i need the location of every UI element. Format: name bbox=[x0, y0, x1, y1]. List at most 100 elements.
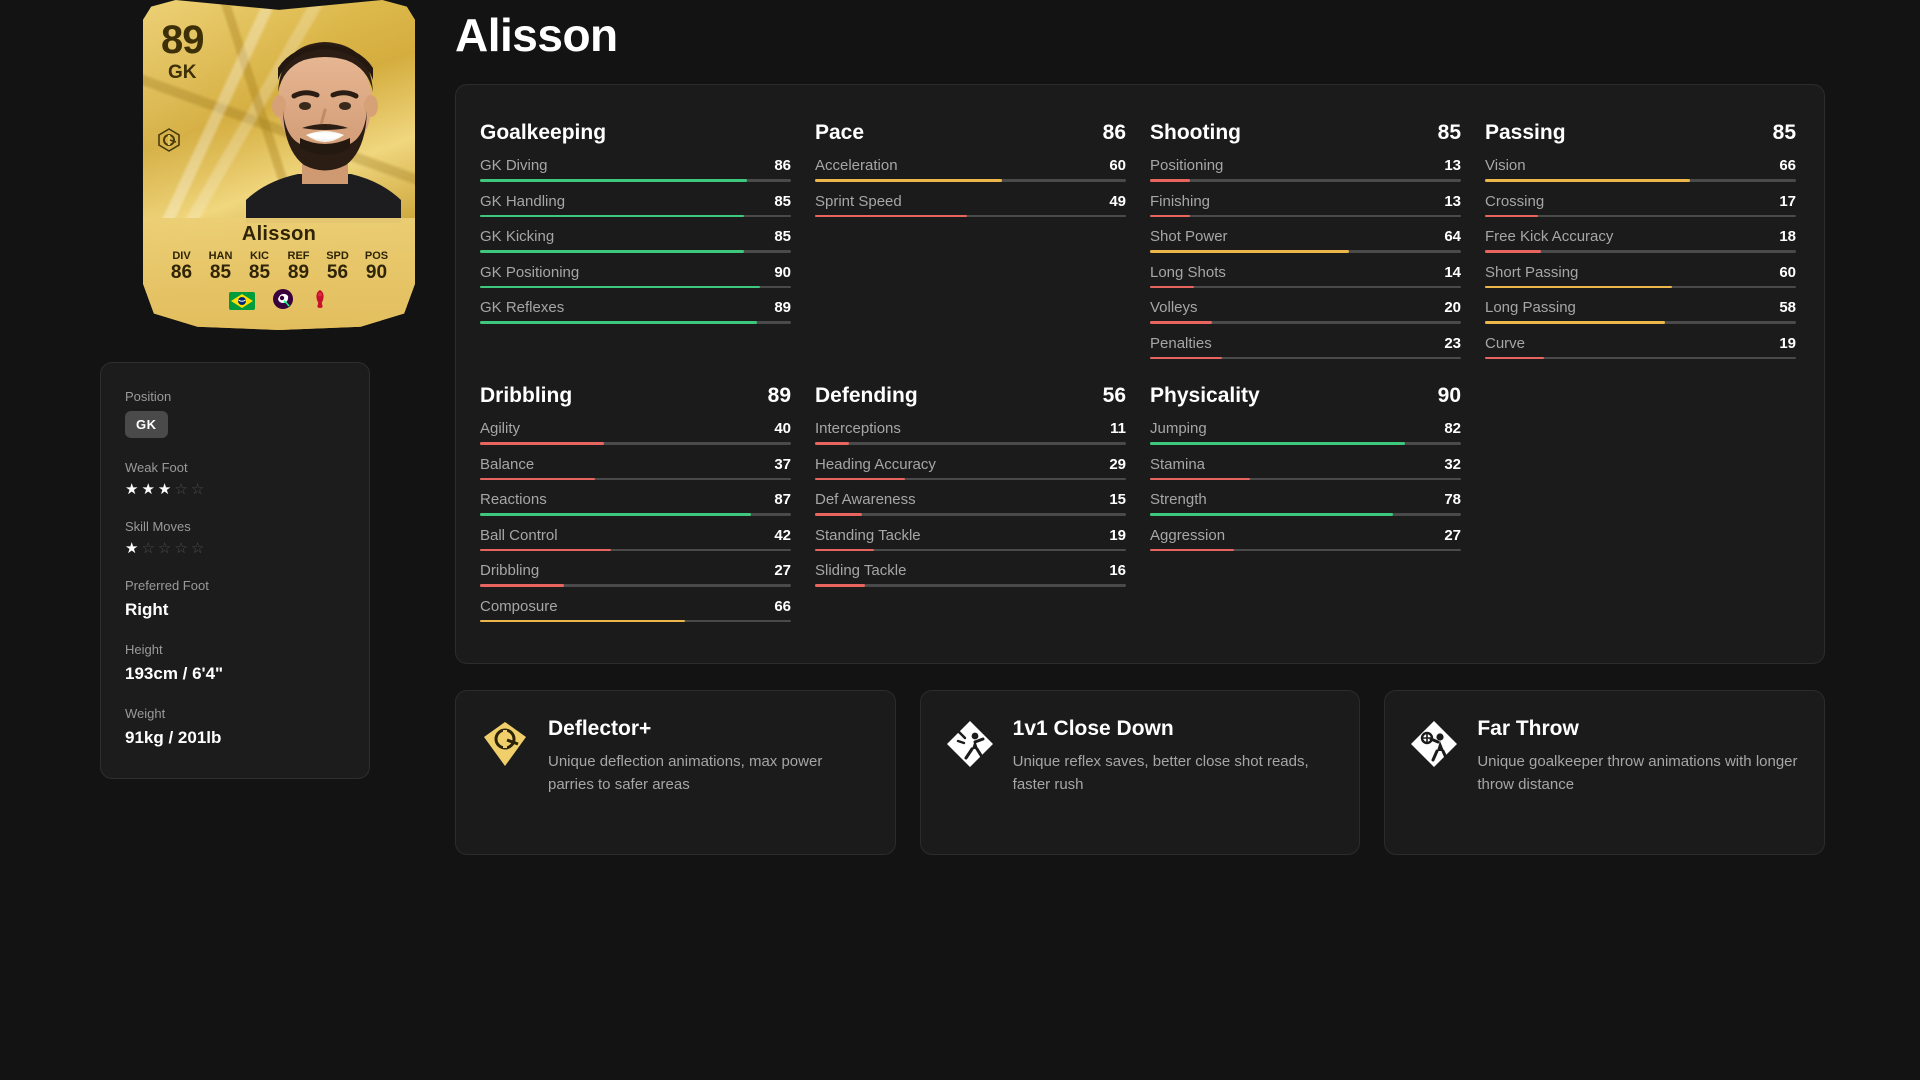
player-photo bbox=[246, 42, 401, 223]
stat-bar-track bbox=[1150, 548, 1461, 551]
stat-value: 16 bbox=[1109, 562, 1126, 579]
stat-line: Free Kick Accuracy 18 bbox=[1485, 228, 1796, 245]
player-info-panel: Position GK Weak Foot ★ ★ ★ ☆ ☆ Skill Moves … bbox=[100, 362, 370, 779]
stat-bar-track bbox=[480, 513, 791, 516]
stat-value: 15 bbox=[1109, 491, 1126, 508]
stat-bar-fill bbox=[1150, 179, 1191, 182]
playstyle-card[interactable]: Far Throw Unique goalkeeper throw animati… bbox=[1384, 690, 1825, 855]
stat-bar-fill bbox=[480, 442, 605, 445]
stat-group-dribbling: Dribbling 89 Agility 40 Balance 37 Reactions 87… bbox=[480, 370, 791, 633]
stat-bar-track bbox=[1150, 250, 1461, 253]
stat-row: GK Handling 85 bbox=[480, 193, 791, 217]
star-4: ☆ bbox=[174, 540, 188, 557]
stat-bar-track bbox=[815, 214, 1126, 217]
stat-name: Interceptions bbox=[815, 420, 901, 437]
stat-name: Sliding Tackle bbox=[815, 562, 907, 579]
stat-value: 60 bbox=[1109, 157, 1126, 174]
star-3: ★ bbox=[157, 481, 172, 498]
stat-row: GK Reflexes 89 bbox=[480, 299, 791, 324]
stat-value: 42 bbox=[774, 526, 791, 544]
stat-row: Long Shots 14 bbox=[1150, 263, 1461, 288]
playstyle-card[interactable]: 1v1 Close Down Unique reflex saves, bette… bbox=[919, 690, 1361, 855]
stat-group-name: Pace bbox=[815, 121, 865, 144]
stat-value: 13 bbox=[1444, 157, 1461, 174]
stat-value: 87 bbox=[774, 491, 791, 508]
stat-name: Vision bbox=[1485, 157, 1526, 174]
card-stat-value: 85 bbox=[248, 262, 271, 284]
stat-name: Finishing bbox=[1150, 192, 1211, 210]
stat-line: Heading Accuracy 29 bbox=[815, 456, 1126, 473]
card-player-name: Alisson bbox=[241, 223, 317, 245]
stat-group-shooting: Shooting 85 Positioning 13 Finishing 13 Shot P… bbox=[1150, 107, 1461, 370]
stat-line: GK Handling 85 bbox=[480, 193, 791, 210]
stat-group-header: Goalkeeping bbox=[480, 121, 791, 145]
stat-bar-fill bbox=[1485, 179, 1691, 182]
stat-bar-track bbox=[480, 584, 791, 587]
stat-bar-fill bbox=[1485, 356, 1545, 359]
stat-line: GK Diving 86 bbox=[480, 157, 791, 174]
stat-bar-track bbox=[1485, 179, 1796, 182]
stat-group-total: 90 bbox=[1437, 384, 1461, 407]
star-1: ★ bbox=[125, 481, 139, 498]
player-card-wrapper[interactable]: 89 GK Alisson DIV 86 HAN 85 KIC 85 REF 8… bbox=[143, 0, 415, 330]
position-chip[interactable]: GK bbox=[125, 411, 168, 438]
playstyle-card[interactable]: Deflector+ Unique deflection animations, … bbox=[455, 690, 896, 855]
stat-name: Penalties bbox=[1150, 334, 1212, 352]
stat-row: Stamina 32 bbox=[1150, 456, 1461, 480]
playstyle-body: Far Throw Unique goalkeeper throw animati… bbox=[1477, 717, 1800, 826]
stat-name: Long Shots bbox=[1150, 263, 1226, 281]
stat-row: Penalties 23 bbox=[1150, 334, 1461, 359]
stat-bar-fill bbox=[1485, 214, 1538, 217]
stat-row: Curve 19 bbox=[1485, 334, 1796, 359]
stat-bar-fill bbox=[1150, 214, 1191, 217]
card-stat-label: KIC bbox=[250, 250, 269, 262]
stat-name: GK Kicking bbox=[480, 228, 555, 245]
skill-moves-stars: ★ ☆ ☆ ☆ ☆ bbox=[125, 541, 345, 556]
player-card[interactable]: 89 GK Alisson DIV 86 HAN 85 KIC 85 REF 8… bbox=[143, 0, 415, 330]
card-stat-spd: SPD 56 bbox=[323, 250, 353, 284]
height-label: Height bbox=[125, 642, 163, 657]
stat-name: Ball Control bbox=[480, 526, 558, 544]
stat-value: 23 bbox=[1444, 334, 1461, 352]
stat-group-header: Pace 86 bbox=[815, 121, 1126, 145]
stat-line: Short Passing 60 bbox=[1485, 264, 1796, 281]
stat-group-name: Dribbling bbox=[480, 384, 573, 407]
stat-name: Shot Power bbox=[1150, 228, 1228, 245]
stat-bar-track bbox=[815, 584, 1126, 587]
card-rating-block: 89 GK bbox=[161, 20, 204, 82]
stat-bar-fill bbox=[815, 584, 865, 587]
stat-group-header: Shooting 85 bbox=[1150, 121, 1461, 145]
stat-line: Vision 66 bbox=[1485, 157, 1796, 174]
stat-name: Aggression bbox=[1150, 526, 1226, 544]
stat-value: 19 bbox=[1779, 334, 1796, 352]
stat-value: 20 bbox=[1444, 299, 1461, 316]
star-1: ★ bbox=[125, 540, 139, 557]
stat-line: Aggression 27 bbox=[1150, 527, 1461, 544]
stat-bar-track bbox=[480, 442, 791, 445]
stat-line: Composure 66 bbox=[480, 598, 791, 615]
stat-group-passing: Passing 85 Vision 66 Crossing 17 Free Kick Acc… bbox=[1485, 107, 1796, 370]
player-profile-page: 89 GK Alisson DIV 86 HAN 85 KIC 85 REF 8… bbox=[0, 0, 1920, 1080]
stat-line: Standing Tackle 19 bbox=[815, 527, 1126, 544]
stat-bar-fill bbox=[480, 477, 596, 480]
star-4: ☆ bbox=[174, 481, 188, 498]
stat-value: 85 bbox=[774, 228, 791, 245]
stat-name: Crossing bbox=[1485, 192, 1545, 210]
card-stat-label: DIV bbox=[172, 250, 191, 262]
stat-bar-fill bbox=[1150, 548, 1234, 551]
stat-bar-fill bbox=[480, 584, 564, 587]
card-stat-pos: POS 90 bbox=[362, 250, 392, 284]
stat-value: 60 bbox=[1779, 263, 1796, 281]
stat-line: GK Positioning 90 bbox=[480, 264, 791, 281]
card-stat-div: DIV 86 bbox=[167, 250, 197, 284]
stat-row: Def Awareness 15 bbox=[815, 491, 1126, 516]
card-stat-ref: REF 89 bbox=[284, 250, 314, 284]
stat-bar-track bbox=[815, 179, 1126, 182]
stat-line: GK Reflexes 89 bbox=[480, 299, 791, 316]
stat-bar-track bbox=[480, 179, 791, 182]
playstyle-name: Deflector+ bbox=[548, 717, 652, 740]
stat-name: Def Awareness bbox=[815, 491, 916, 508]
stat-group-header: Defending 56 bbox=[815, 384, 1126, 408]
stat-line: GK Kicking 85 bbox=[480, 228, 791, 245]
height-value: 193cm / 6'4" bbox=[125, 664, 224, 683]
